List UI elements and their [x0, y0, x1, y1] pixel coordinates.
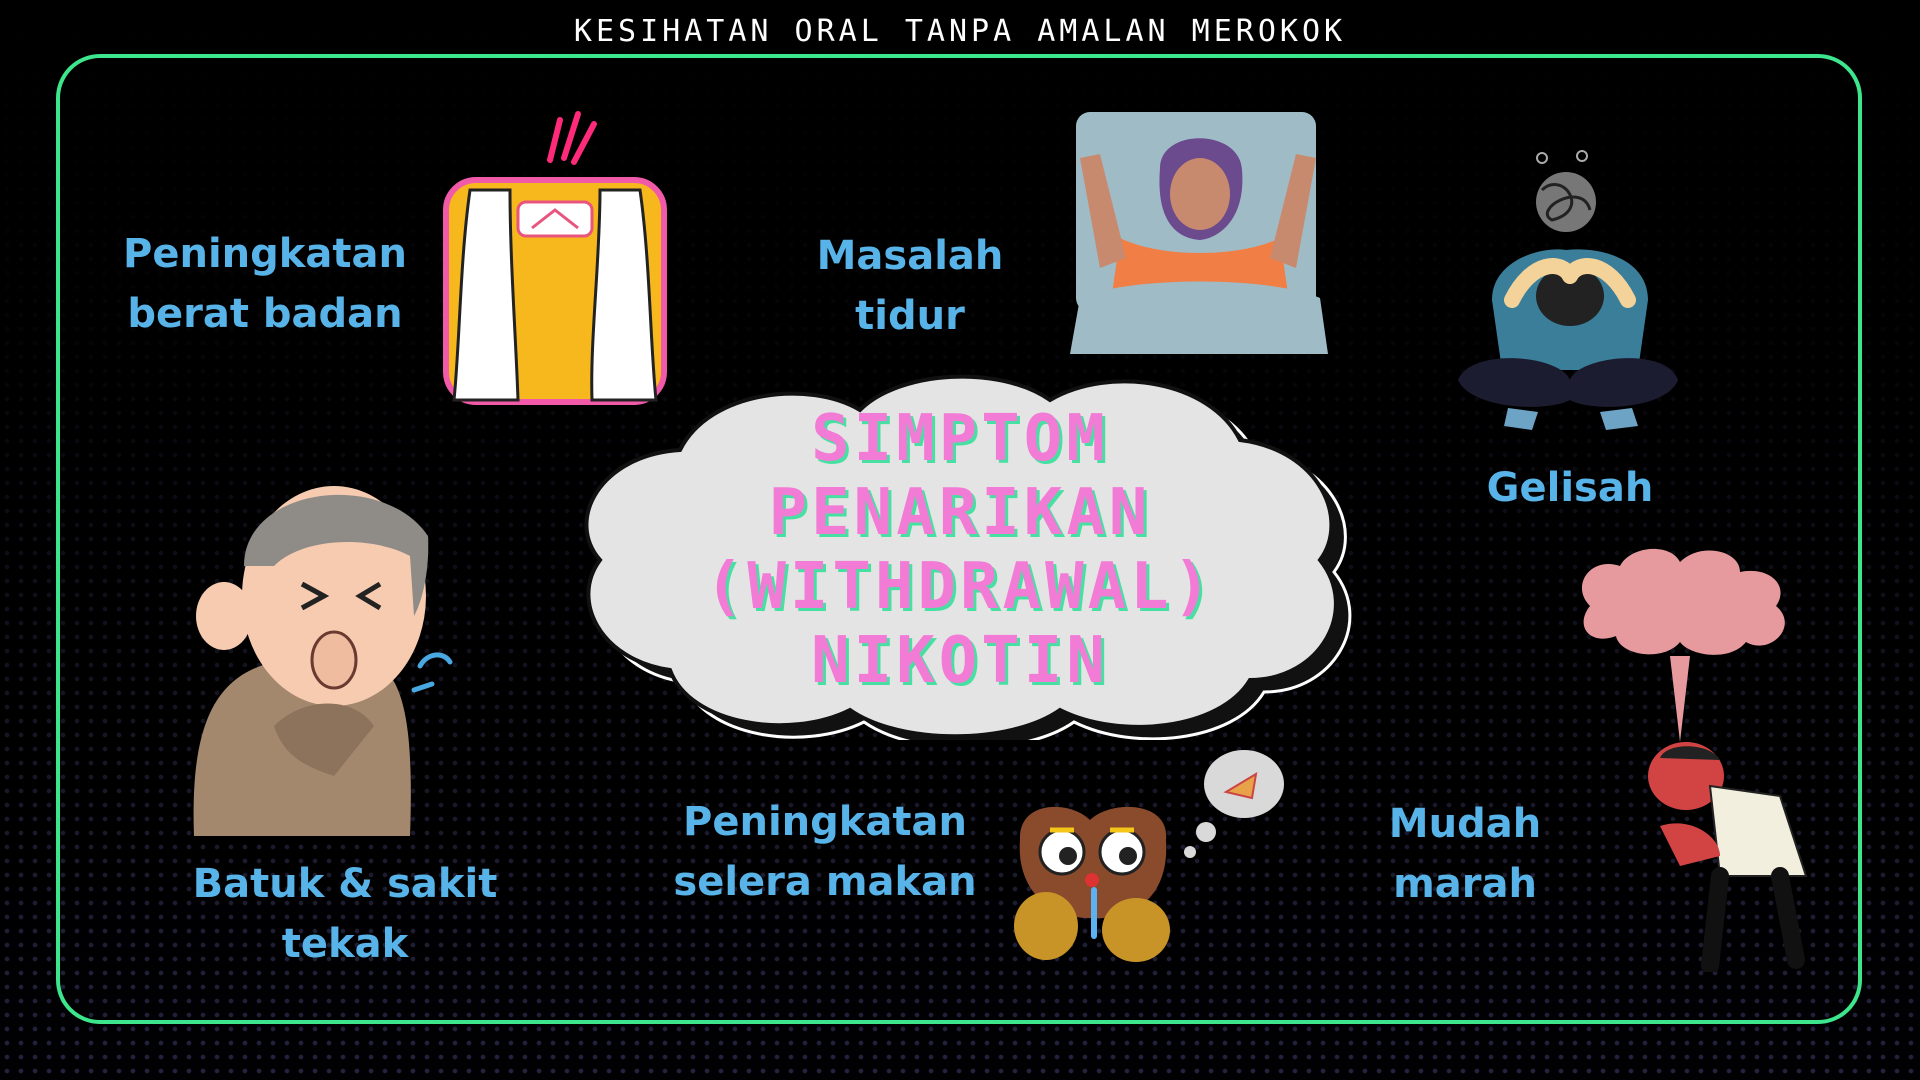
symptom-weight-gain-label: Peningkatan berat badan — [110, 224, 420, 344]
symptom-line: Peningkatan — [123, 231, 407, 277]
symptom-line: Batuk & sakit — [192, 861, 498, 907]
center-title-line: NIKOTIN — [811, 624, 1109, 698]
symptom-cough-label: Batuk & sakit tekak — [180, 854, 510, 974]
symptom-irritable-label: Mudah marah — [1360, 794, 1570, 914]
coughing-man-icon — [193, 486, 453, 836]
sleepless-person-icon — [1070, 112, 1328, 354]
weighing-scale-icon — [443, 111, 667, 405]
symptom-line: Peningkatan — [683, 799, 967, 845]
symptom-line: Gelisah — [1486, 465, 1654, 511]
symptom-line: berat badan — [127, 291, 403, 337]
symptom-line: tidur — [855, 293, 965, 339]
symptom-line: selera makan — [673, 859, 977, 905]
center-title-line: SIMPTOM — [811, 402, 1109, 476]
symptom-line: tekak — [281, 921, 409, 967]
symptom-line: marah — [1393, 861, 1537, 907]
anxious-person-icon — [1458, 150, 1678, 430]
symptom-line: Masalah — [816, 233, 1004, 279]
center-title-line: (WITHDRAWAL) — [704, 550, 1216, 624]
page-title: KESIHATAN ORAL TANPA AMALAN MEROKOK — [573, 14, 1347, 49]
hungry-creature-icon — [1014, 750, 1284, 962]
symptom-appetite-label: Peningkatan selera makan — [660, 792, 990, 912]
center-title-line: PENARIKAN — [768, 476, 1152, 550]
symptom-anxious-label: Gelisah — [1460, 458, 1680, 518]
center-title: SIMPTOM PENARIKAN (WITHDRAWAL) NIKOTIN — [560, 402, 1360, 698]
symptom-line: Mudah — [1388, 801, 1542, 847]
symptom-sleep-label: Masalah tidur — [780, 226, 1040, 346]
angry-person-icon — [1581, 548, 1808, 972]
